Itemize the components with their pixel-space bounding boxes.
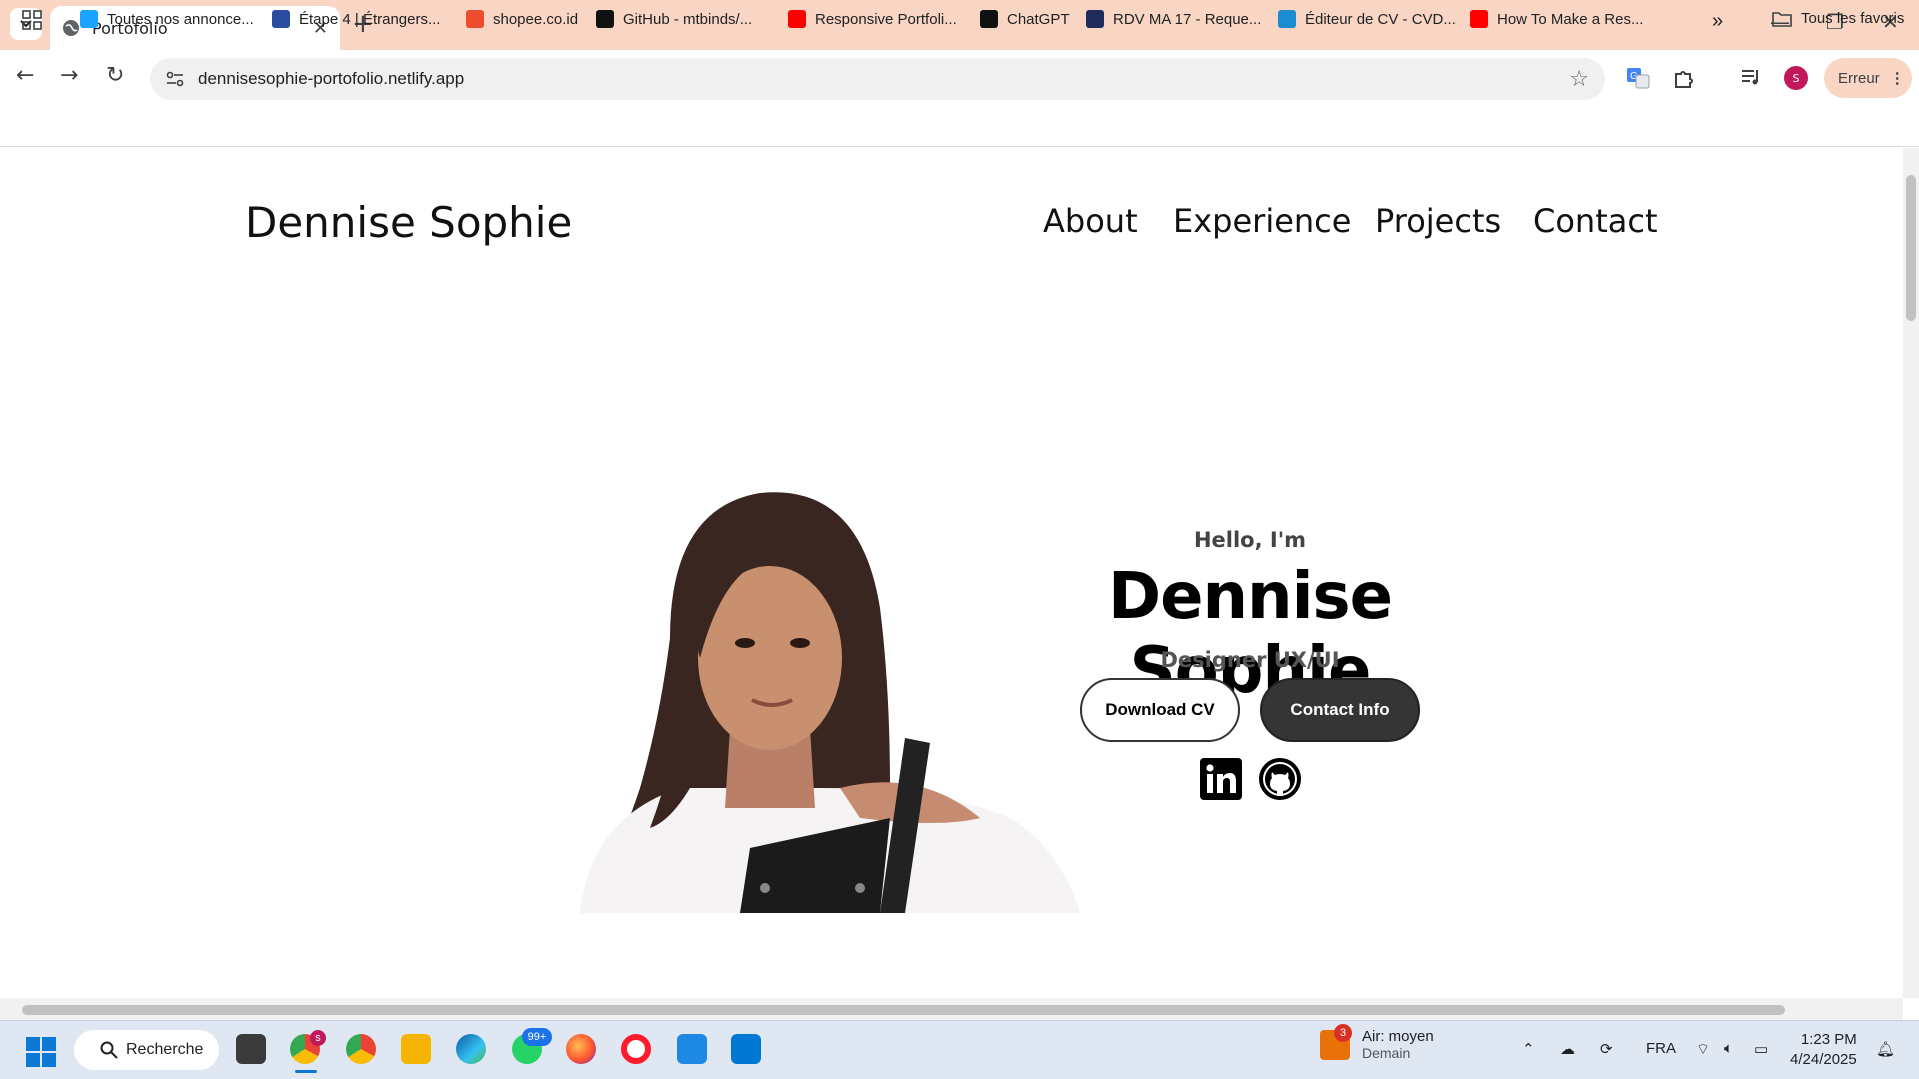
extensions-icon[interactable] — [1672, 66, 1696, 94]
bookmark-favicon-icon — [788, 10, 806, 28]
globe-icon — [63, 20, 79, 36]
tray-chevron-icon[interactable]: ⌃ — [1522, 1040, 1535, 1058]
task-view-icon[interactable] — [236, 1034, 266, 1064]
bookmark-favicon-icon — [596, 10, 614, 28]
nav-about[interactable]: About — [1043, 202, 1138, 240]
horizontal-scroll-thumb[interactable] — [22, 1005, 1785, 1015]
error-button[interactable]: Erreur ⋮ — [1824, 58, 1912, 98]
contact-info-button[interactable]: Contact Info — [1260, 678, 1420, 742]
profile-avatar[interactable]: S — [1784, 66, 1808, 90]
clock-date: 4/24/2025 — [1790, 1051, 1857, 1068]
github-icon[interactable] — [1259, 758, 1301, 804]
sync-icon[interactable]: ⟳ — [1600, 1040, 1613, 1058]
url-text[interactable]: dennisesophie-portofolio.netlify.app — [198, 69, 1569, 89]
bookmark-item[interactable]: Responsive Portfoli... — [788, 10, 957, 28]
media-controls-icon[interactable] — [1740, 66, 1762, 92]
hero-role: Designer UX/UI — [1160, 648, 1340, 672]
bookmark-label: Étape 4 | Étrangers... — [299, 10, 441, 28]
bookmark-label: Responsive Portfoli... — [815, 10, 957, 28]
bookmark-favicon-icon — [980, 10, 998, 28]
hello-text: Hello, I'm — [1193, 528, 1307, 552]
linkedin-icon[interactable] — [1200, 758, 1242, 804]
weather-sub: Demain — [1362, 1045, 1411, 1061]
bookmark-item[interactable]: RDV MA 17 - Reque... — [1086, 10, 1261, 28]
bookmark-item[interactable]: How To Make a Res... — [1470, 10, 1643, 28]
address-bar[interactable]: dennisesophie-portofolio.netlify.app ☆ — [150, 58, 1605, 100]
volume-icon[interactable]: 🔈︎ — [1724, 1040, 1733, 1057]
back-icon[interactable]: ← — [16, 63, 34, 88]
bookmark-favicon-icon — [466, 10, 484, 28]
taskbar — [0, 1020, 1919, 1079]
language-indicator[interactable]: FRA — [1646, 1040, 1676, 1057]
firefox-icon[interactable] — [566, 1034, 596, 1064]
notifications-icon[interactable]: 🔔︎ — [1876, 1040, 1895, 1058]
onedrive-icon[interactable]: ☁ — [1560, 1040, 1575, 1058]
more-menu-icon[interactable]: ⋮ — [1890, 69, 1905, 87]
clock-time: 1:23 PM — [1800, 1031, 1857, 1048]
bookmark-item[interactable]: Toutes nos annonce... — [80, 10, 254, 28]
bookmark-item[interactable]: GitHub - mtbinds/... — [596, 10, 752, 28]
edge-icon[interactable] — [456, 1034, 486, 1064]
bookmark-favicon-icon — [1470, 10, 1488, 28]
download-cv-button[interactable]: Download CV — [1080, 678, 1240, 742]
site-logo[interactable]: Dennise Sophie — [245, 198, 572, 247]
nav-projects[interactable]: Projects — [1375, 202, 1501, 240]
bookmark-star-icon[interactable]: ☆ — [1569, 67, 1589, 92]
bookmark-favicon-icon — [80, 10, 98, 28]
windows-start-icon[interactable] — [26, 1037, 56, 1071]
apps-grid-icon[interactable] — [22, 10, 42, 30]
vertical-scroll-thumb[interactable] — [1906, 175, 1916, 321]
bookmark-label: How To Make a Res... — [1497, 10, 1644, 28]
all-bookmarks-label: Tous les favoris — [1801, 10, 1905, 27]
bookmark-favicon-icon — [1278, 10, 1296, 28]
weather-title: Air: moyen — [1362, 1028, 1434, 1045]
notepad-icon[interactable] — [677, 1034, 707, 1064]
folder-icon — [1772, 11, 1792, 27]
active-app-indicator — [295, 1070, 317, 1073]
nav-contact[interactable]: Contact — [1533, 202, 1658, 240]
bookmark-label: GitHub - mtbinds/... — [623, 10, 753, 28]
bookmark-item[interactable]: shopee.co.id — [466, 10, 578, 28]
bookmark-item[interactable]: ChatGPT — [980, 10, 1070, 28]
nav-experience[interactable]: Experience — [1173, 202, 1351, 240]
bookmark-item[interactable]: Étape 4 | Étrangers... — [272, 10, 440, 28]
chrome-profile-badge: s — [310, 1030, 326, 1046]
forward-icon[interactable]: → — [60, 63, 78, 88]
opera-icon[interactable] — [621, 1034, 651, 1064]
reload-icon[interactable]: ↻ — [106, 63, 124, 88]
search-icon — [100, 1041, 118, 1059]
air-quality-icon: 3 — [1320, 1023, 1352, 1060]
clock[interactable]: 1:23 PM 4/24/2025 — [1790, 1030, 1857, 1070]
vscode-icon[interactable] — [731, 1034, 761, 1064]
chrome-secondary-icon[interactable] — [346, 1034, 376, 1064]
weather-badge: 3 — [1334, 1023, 1352, 1042]
wifi-icon[interactable]: ⌔ — [1696, 1040, 1710, 1059]
bookmarks-bar — [0, 105, 1919, 147]
bookmark-label: RDV MA 17 - Reque... — [1113, 10, 1262, 28]
more-bookmarks-icon[interactable]: » — [1712, 10, 1723, 33]
site-info-icon[interactable] — [164, 68, 186, 90]
bookmark-label: Toutes nos annonce... — [107, 10, 254, 28]
bookmark-favicon-icon — [1086, 10, 1104, 28]
battery-icon[interactable]: ▭ — [1754, 1040, 1768, 1058]
bookmark-item[interactable]: Éditeur de CV - CVD... — [1278, 10, 1456, 28]
bookmark-label: shopee.co.id — [493, 10, 579, 28]
file-explorer-icon[interactable] — [401, 1034, 431, 1064]
error-label: Erreur — [1838, 69, 1880, 87]
weather-widget[interactable]: 3 Air: moyen Demain — [1320, 1023, 1434, 1061]
taskbar-search[interactable]: Recherche — [74, 1030, 219, 1070]
bookmark-label: Éditeur de CV - CVD... — [1305, 10, 1456, 28]
translate-icon[interactable]: G — [1626, 66, 1650, 94]
all-bookmarks-folder[interactable]: Tous les favoris — [1772, 10, 1904, 27]
search-label: Recherche — [126, 1041, 204, 1058]
whatsapp-badge: 99+ — [522, 1028, 552, 1046]
bookmark-label: ChatGPT — [1007, 10, 1070, 28]
hero-name: Dennise Sophie — [1107, 560, 1393, 708]
web-page: Dennise Sophie About Experience Projects… — [0, 148, 1903, 998]
bookmark-favicon-icon — [272, 10, 290, 28]
